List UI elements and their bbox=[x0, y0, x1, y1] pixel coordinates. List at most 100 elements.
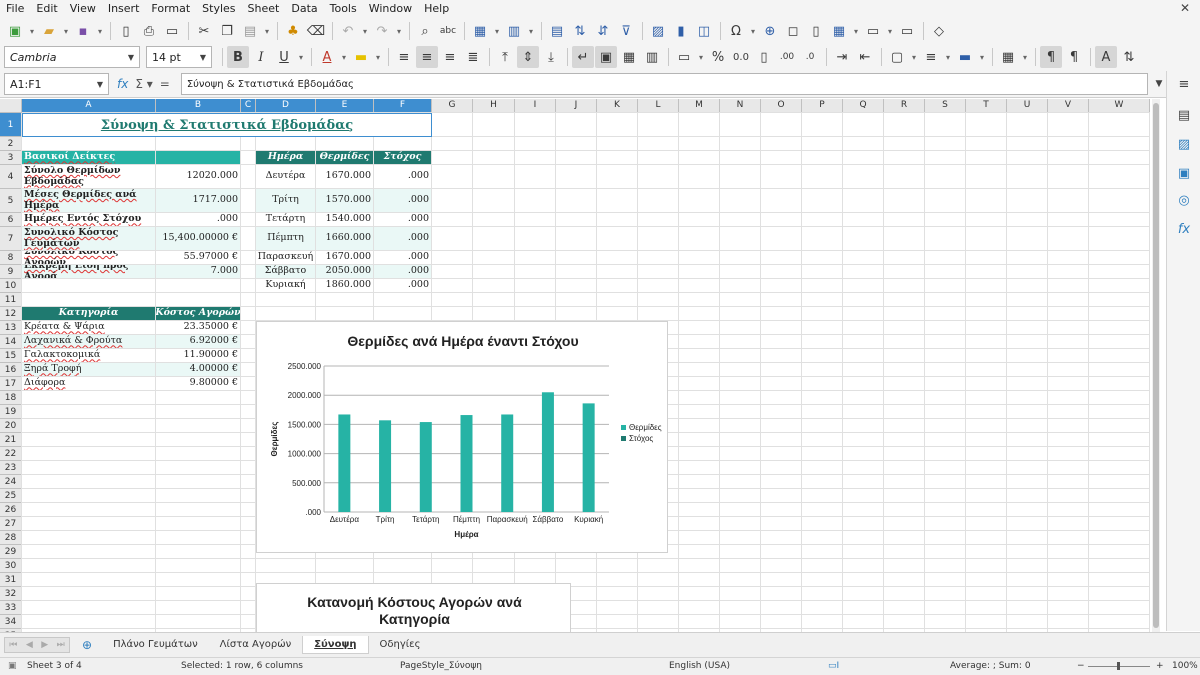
cost-category[interactable]: Λαχανικά & Φρούτα bbox=[22, 335, 155, 348]
tab-shopping-list[interactable]: Λίστα Αγορών bbox=[209, 636, 303, 654]
text-direction-rtl-icon[interactable]: ¶ bbox=[1063, 46, 1085, 68]
cut-icon[interactable]: ✂ bbox=[193, 20, 215, 42]
column-header-u[interactable]: U bbox=[1007, 99, 1048, 113]
paste-icon[interactable]: ▤ bbox=[239, 20, 261, 42]
header-footer-icon[interactable]: ▯ bbox=[805, 20, 827, 42]
text-vertical-icon[interactable]: A bbox=[1095, 46, 1117, 68]
cost-value[interactable]: 9.80000 € bbox=[156, 377, 240, 390]
save-icon[interactable]: ▪ bbox=[72, 20, 94, 42]
row-header-8[interactable]: 8 bbox=[0, 251, 22, 265]
row-header-18[interactable]: 18 bbox=[0, 391, 22, 405]
navigator-icon[interactable]: ◎ bbox=[1176, 193, 1192, 209]
day-target[interactable]: .000 bbox=[374, 251, 431, 264]
column-header-i[interactable]: I bbox=[515, 99, 556, 113]
row-header-2[interactable]: 2 bbox=[0, 137, 22, 151]
indicators-header-fill[interactable] bbox=[156, 151, 240, 164]
day-calories[interactable]: 1570.000 bbox=[316, 189, 373, 212]
sort-descending-icon[interactable]: ⇵ bbox=[592, 20, 614, 42]
cost-category[interactable]: Ξηρά Τροφή bbox=[22, 363, 155, 376]
column-header-m[interactable]: M bbox=[679, 99, 720, 113]
special-character-icon[interactable]: Ω bbox=[725, 20, 747, 42]
row-header-34[interactable]: 34 bbox=[0, 615, 22, 629]
column-header-o[interactable]: O bbox=[761, 99, 802, 113]
open-dropdown-icon[interactable]: ▾ bbox=[61, 20, 71, 42]
indicator-label[interactable]: Ημέρες Εντός Στόχου bbox=[22, 213, 155, 226]
column-header-e[interactable]: E bbox=[316, 99, 374, 113]
function-wizard-icon[interactable]: fx bbox=[117, 77, 128, 91]
open-folder-icon[interactable]: ▰ bbox=[38, 20, 60, 42]
zoom-slider-handle[interactable] bbox=[1117, 662, 1120, 670]
show-draw-functions-icon[interactable]: ◇ bbox=[928, 20, 950, 42]
row-header-7[interactable]: 7 bbox=[0, 227, 22, 251]
sum-icon[interactable]: Σ ▾ bbox=[135, 77, 152, 91]
clear-formatting-icon[interactable]: ⌫ bbox=[305, 20, 327, 42]
formula-input[interactable]: Σύνοψη & Στατιστικά Εβδομάδας bbox=[180, 73, 1148, 95]
column-header-k[interactable]: K bbox=[597, 99, 638, 113]
day-calories[interactable]: 1540.000 bbox=[316, 213, 373, 226]
new-document-icon[interactable]: ▣ bbox=[4, 20, 26, 42]
column-header-n[interactable]: N bbox=[720, 99, 761, 113]
column-header-f[interactable]: F bbox=[374, 99, 432, 113]
copy-icon[interactable]: ❐ bbox=[216, 20, 238, 42]
align-top-icon[interactable]: ⤒ bbox=[494, 46, 516, 68]
add-sheet-icon[interactable]: ⊕ bbox=[82, 638, 92, 652]
select-all-corner[interactable] bbox=[0, 99, 22, 113]
day-calories[interactable]: 1670.000 bbox=[316, 165, 373, 188]
column-header-p[interactable]: P bbox=[802, 99, 843, 113]
date-format-icon[interactable]: ▯ bbox=[753, 46, 775, 68]
decrease-indent-icon[interactable]: ⇤ bbox=[854, 46, 876, 68]
zoom-level[interactable]: 100% bbox=[1172, 661, 1198, 671]
day-name[interactable]: Τετάρτη bbox=[256, 213, 315, 226]
menu-insert[interactable]: Insert bbox=[108, 2, 140, 15]
cost-value[interactable]: 23.35000 € bbox=[156, 321, 240, 334]
column-header-s[interactable]: S bbox=[925, 99, 966, 113]
row-header-25[interactable]: 25 bbox=[0, 489, 22, 503]
add-decimal-icon[interactable]: .00 bbox=[776, 46, 798, 68]
menu-help[interactable]: Help bbox=[424, 2, 449, 15]
italic-icon[interactable]: I bbox=[250, 46, 272, 68]
indicator-label[interactable]: Εκκρεμή Είδη προς Αγορά bbox=[22, 265, 155, 278]
menu-view[interactable]: View bbox=[70, 2, 96, 15]
day-target[interactable]: .000 bbox=[374, 227, 431, 250]
menu-format[interactable]: Format bbox=[151, 2, 190, 15]
define-print-area-icon[interactable]: ▦ bbox=[828, 20, 850, 42]
column-header-r[interactable]: R bbox=[884, 99, 925, 113]
row-header-32[interactable]: 32 bbox=[0, 587, 22, 601]
clone-formatting-icon[interactable]: ♣ bbox=[282, 20, 304, 42]
day-target[interactable]: .000 bbox=[374, 165, 431, 188]
cost-category[interactable]: Διάφορα bbox=[22, 377, 155, 390]
menu-edit[interactable]: Edit bbox=[36, 2, 57, 15]
spelling-icon[interactable]: abc bbox=[437, 20, 459, 42]
row-header-24[interactable]: 24 bbox=[0, 475, 22, 489]
column-header-t[interactable]: T bbox=[966, 99, 1007, 113]
row-header-4[interactable]: 4 bbox=[0, 165, 22, 189]
column-header-c[interactable]: C bbox=[241, 99, 256, 113]
headers-icon[interactable]: ▤ bbox=[546, 20, 568, 42]
border-style-icon[interactable]: ≡ bbox=[920, 46, 942, 68]
paste-dropdown-icon[interactable]: ▾ bbox=[262, 20, 272, 42]
print-area-dropdown-icon[interactable]: ▾ bbox=[851, 20, 861, 42]
sort-ascending-icon[interactable]: ⇅ bbox=[569, 20, 591, 42]
highlight-color-icon[interactable]: ▬ bbox=[350, 46, 372, 68]
percent-format-icon[interactable]: % bbox=[707, 46, 729, 68]
highlight-dropdown-icon[interactable]: ▾ bbox=[373, 46, 383, 68]
undo-icon[interactable]: ↶ bbox=[337, 20, 359, 42]
row-header-5[interactable]: 5 bbox=[0, 189, 22, 213]
column-header-q[interactable]: Q bbox=[843, 99, 884, 113]
row-header-14[interactable]: 14 bbox=[0, 335, 22, 349]
cost-table-header[interactable]: Κόστος Αγορών bbox=[156, 307, 240, 320]
spreadsheet-grid[interactable]: ABCDEFGHIJKLMNOPQRSTUVW 1 2 3 4 5 6 7 8 9 10 11 12 1… bbox=[0, 99, 1150, 632]
font-name-box[interactable]: Cambria ▼ bbox=[4, 46, 140, 68]
menu-styles[interactable]: Styles bbox=[202, 2, 235, 15]
row-header-26[interactable]: 26 bbox=[0, 503, 22, 517]
day-name[interactable]: Σάββατο bbox=[256, 265, 315, 278]
merge-cells-icon[interactable]: ▦ bbox=[618, 46, 640, 68]
menu-tools[interactable]: Tools bbox=[330, 2, 357, 15]
special-character-dropdown-icon[interactable]: ▾ bbox=[748, 20, 758, 42]
indicator-value[interactable]: 7.000 bbox=[156, 265, 240, 278]
day-calories[interactable]: 2050.000 bbox=[316, 265, 373, 278]
save-dropdown-icon[interactable]: ▾ bbox=[95, 20, 105, 42]
menu-data[interactable]: Data bbox=[291, 2, 317, 15]
row-header-22[interactable]: 22 bbox=[0, 447, 22, 461]
cost-category[interactable]: Γαλακτοκομικά bbox=[22, 349, 155, 362]
